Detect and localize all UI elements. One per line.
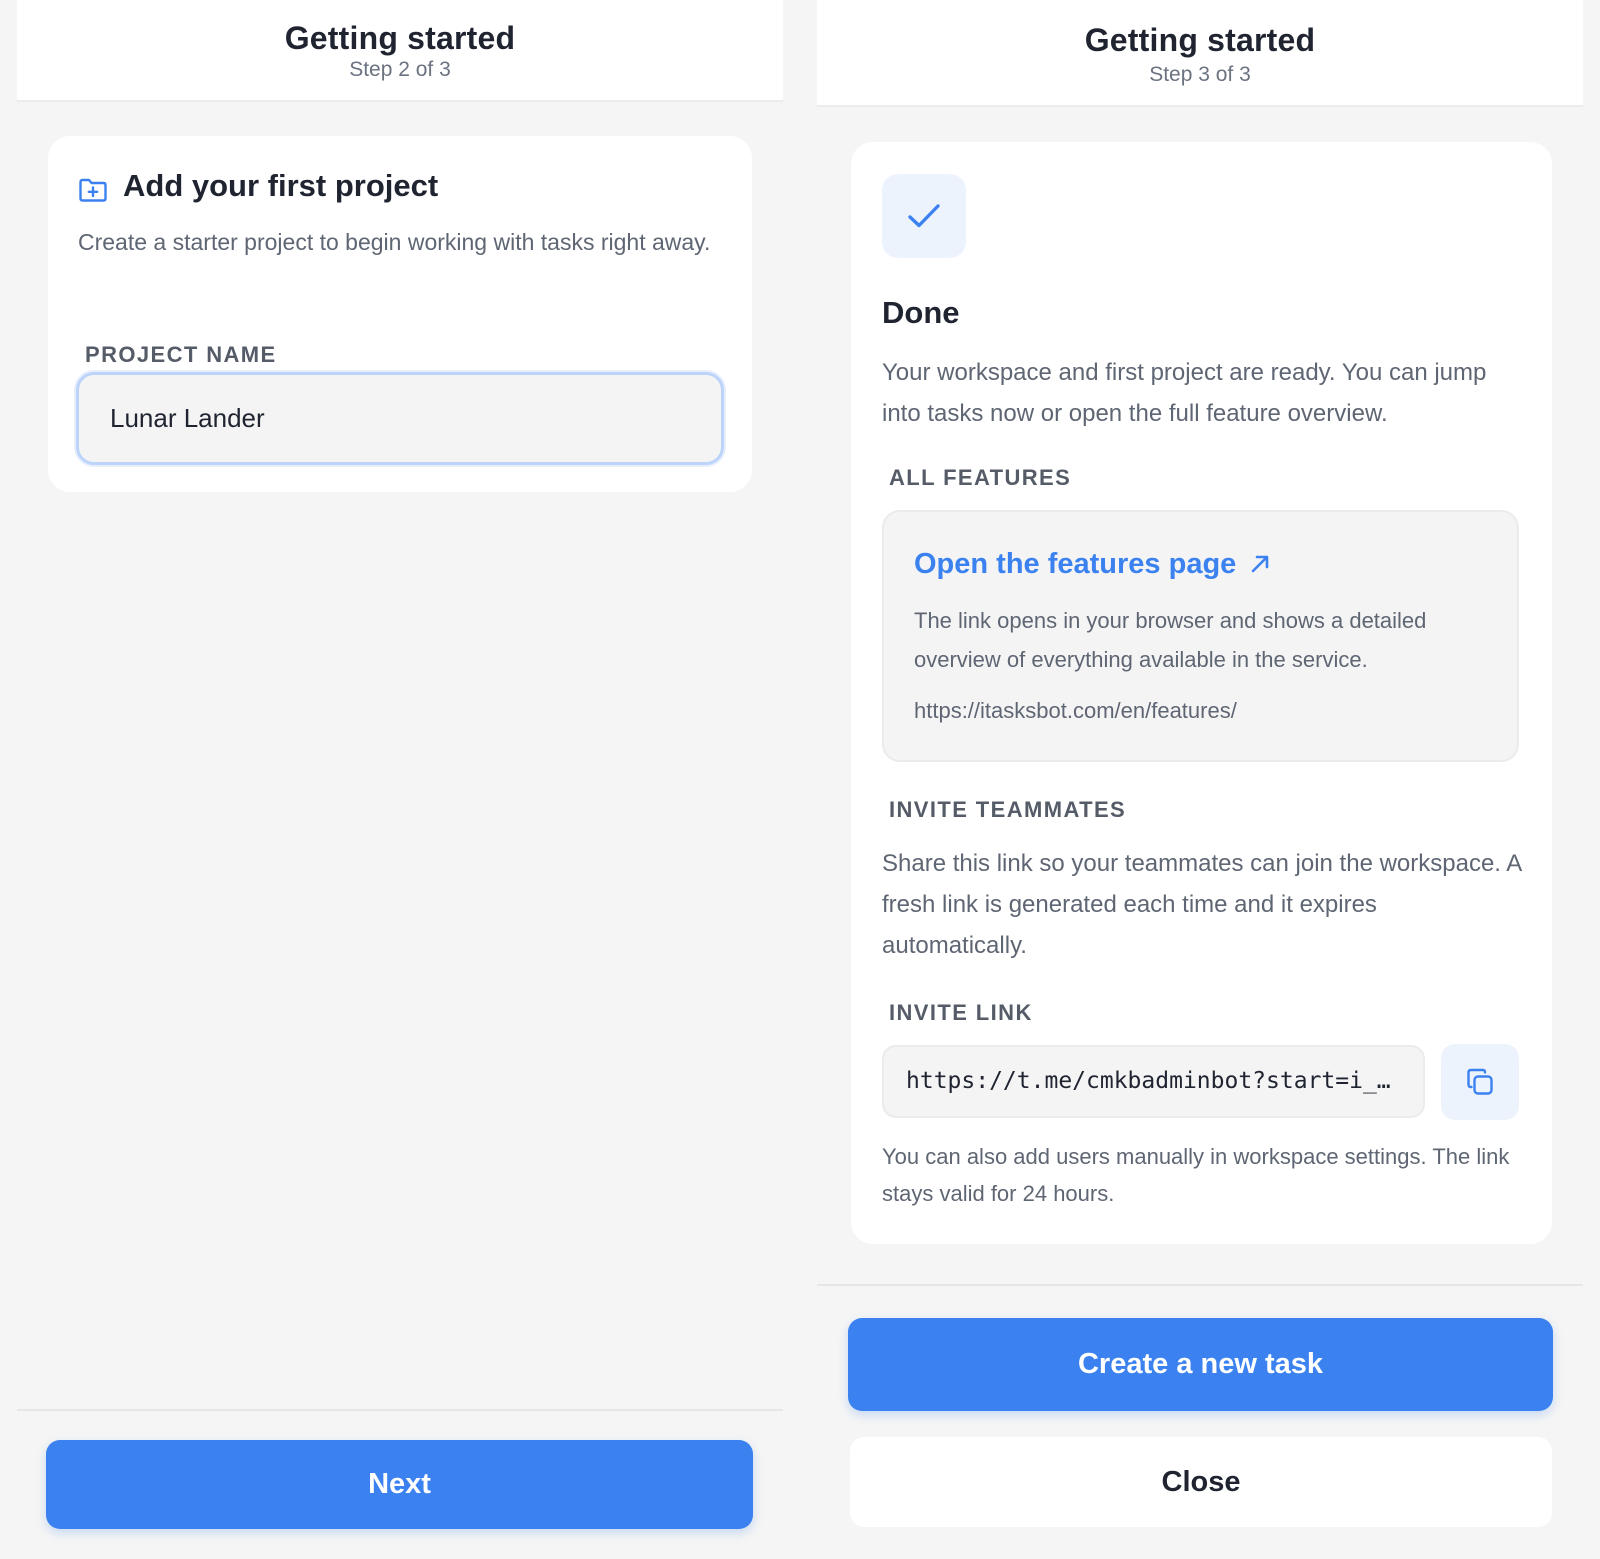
create-new-task-button[interactable]: Create a new task bbox=[848, 1318, 1553, 1411]
invite-note: You can also add users manually in works… bbox=[882, 1144, 1510, 1206]
next-button[interactable]: Next bbox=[46, 1440, 753, 1529]
step-3-header: Getting started Step 3 of 3 bbox=[817, 0, 1583, 107]
page-title: Getting started bbox=[1084, 22, 1316, 58]
folder-plus-icon bbox=[79, 178, 107, 202]
done-title: Done bbox=[882, 295, 960, 330]
onboarding-step-2-screen: Getting started Step 2 of 3 Add your fir… bbox=[17, 0, 783, 1559]
step-2-header: Getting started Step 2 of 3 bbox=[17, 0, 783, 102]
invite-teammates-label: INVITE TEAMMATES bbox=[889, 797, 1127, 822]
step-indicator: Step 2 of 3 bbox=[349, 58, 451, 81]
features-url: https://itasksbot.com/en/features/ bbox=[914, 698, 1237, 723]
invite-description: Share this link so your teammates can jo… bbox=[882, 850, 1521, 959]
footer-divider bbox=[17, 1409, 783, 1411]
copy-link-button[interactable] bbox=[1441, 1044, 1519, 1120]
copy-icon bbox=[1467, 1068, 1493, 1095]
step-indicator: Step 3 of 3 bbox=[1149, 63, 1251, 86]
open-features-link[interactable]: Open the features page bbox=[914, 548, 1236, 581]
success-badge bbox=[882, 174, 966, 258]
page-title: Getting started bbox=[284, 20, 516, 56]
invite-link-field[interactable]: https://t.me/cmkbadminbot?start=i_… bbox=[882, 1045, 1425, 1118]
onboarding-step-3-screen: Getting started Step 3 of 3 Done Your wo… bbox=[817, 0, 1583, 1559]
invite-link-label: INVITE LINK bbox=[889, 1000, 1033, 1025]
external-link-icon[interactable] bbox=[1249, 553, 1271, 575]
all-features-label: ALL FEATURES bbox=[889, 465, 1072, 490]
project-name-input[interactable] bbox=[76, 372, 724, 465]
features-description: The link opens in your browser and shows… bbox=[914, 608, 1427, 672]
card-description: Create a starter project to begin workin… bbox=[78, 229, 711, 255]
project-name-label: PROJECT NAME bbox=[85, 342, 277, 367]
card-title: Add your first project bbox=[123, 168, 439, 203]
close-button[interactable]: Close bbox=[850, 1437, 1552, 1527]
done-description: Your workspace and first project are rea… bbox=[882, 359, 1487, 427]
check-icon bbox=[908, 204, 940, 228]
footer-divider bbox=[817, 1284, 1583, 1286]
